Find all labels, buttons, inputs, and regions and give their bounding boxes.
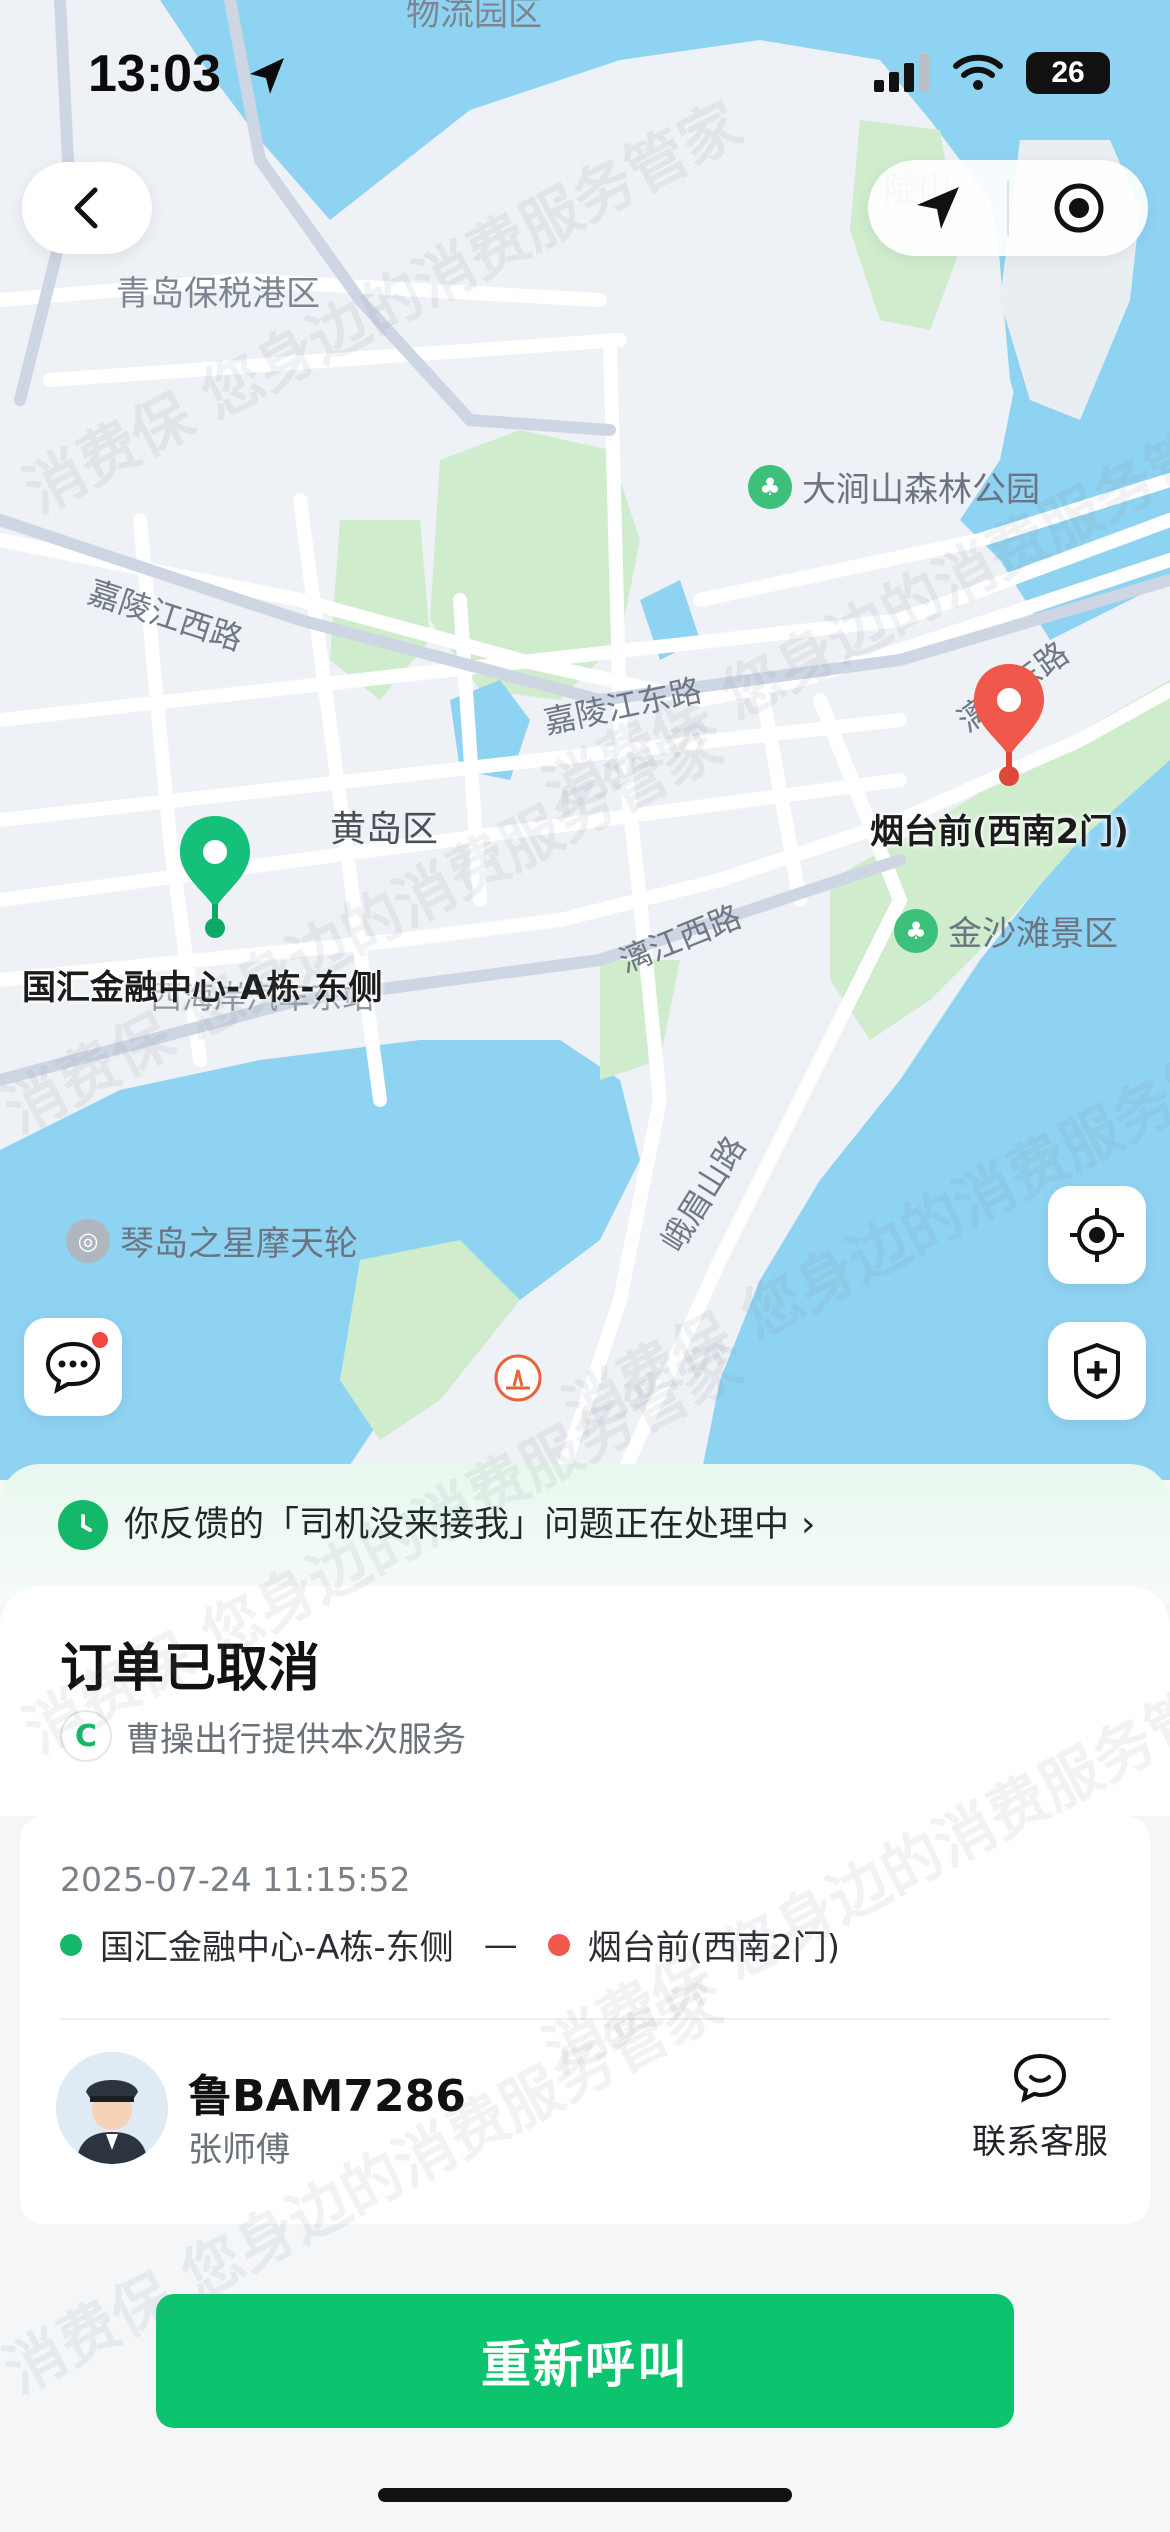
recall-button[interactable]: 重新呼叫 [156, 2294, 1014, 2428]
target-icon [1054, 183, 1103, 233]
location-arrow-icon [250, 58, 284, 94]
end-dot-icon [547, 1933, 570, 1956]
order-header: 订单已取消 C 曹操出行提供本次服务 [0, 1586, 1170, 1816]
route-from: 国汇金融中心-A栋-东侧 [100, 1928, 454, 1968]
poi-forest-park[interactable]: ♣ 大涧山森林公园 [748, 462, 1040, 511]
end-pin-label: 烟台前(西南2门) [870, 812, 1129, 852]
map-view[interactable]: 物流园区 青岛保税港区 陡山 嘉陵江西路 嘉陵江东路 漓江西路 漓江东路 峨眉山… [0, 0, 1170, 1480]
provider-text: 曹操出行提供本次服务 [126, 1719, 466, 1760]
start-dot-icon [60, 1933, 82, 1956]
crosshair-icon [1070, 1208, 1124, 1262]
construction-icon [494, 1354, 542, 1402]
start-pin-icon[interactable] [176, 812, 254, 940]
poi-forest-park-label: 大涧山森林公园 [802, 470, 1040, 510]
driver-name: 张师傅 [188, 2130, 290, 2170]
feedback-notice[interactable]: 你反馈的「司机没来接我」问题正在处理中 › [0, 1464, 1170, 1604]
signal-icon [874, 54, 929, 92]
route-to: 烟台前(西南2门) [587, 1928, 840, 1968]
navigation-button[interactable] [868, 160, 1007, 256]
chevron-left-icon [74, 187, 98, 229]
poi-beach-label: 金沙滩景区 [948, 914, 1118, 954]
status-bar: 13:03 26 [0, 0, 1170, 150]
chat-bubble-icon [45, 1341, 101, 1394]
navigation-arrow-icon [916, 187, 959, 229]
chevron-right-icon: › [801, 1504, 816, 1545]
tree-icon: ♣ [894, 908, 938, 953]
poi-beach[interactable]: ♣ 金沙滩景区 [894, 906, 1118, 955]
message-button[interactable] [24, 1318, 122, 1416]
order-time: 2025-07-24 11:15:52 [60, 1860, 411, 1899]
contact-support-label: 联系客服 [972, 2122, 1108, 2162]
service-provider: C 曹操出行提供本次服务 [60, 1710, 466, 1762]
clock-icon [58, 1500, 108, 1550]
route-summary: 国汇金融中心-A栋-东侧 — 烟台前(西南2门) [60, 1920, 840, 1969]
license-plate: 鲁BAM7286 [188, 2071, 466, 2122]
order-status-title: 订单已取消 [60, 1639, 321, 1699]
contact-support-button[interactable]: 联系客服 [960, 2052, 1120, 2163]
ferris-wheel-icon: ◎ [66, 1218, 110, 1263]
route-dash: — [483, 1924, 518, 1965]
back-button[interactable] [22, 162, 152, 254]
map-top-controls [868, 160, 1148, 256]
chat-bubble-icon [1013, 2053, 1067, 2103]
feedback-notice-text: 你反馈的「司机没来接我」问题正在处理中 [124, 1505, 790, 1545]
tree-icon: ♣ [748, 464, 792, 509]
map-label-district: 黄岛区 [330, 809, 439, 850]
poi-ferris-wheel-label: 琴岛之星摩天轮 [120, 1224, 358, 1264]
wifi-icon [953, 54, 1003, 90]
map-label-bonded-port: 青岛保税港区 [116, 274, 320, 314]
provider-logo: C [60, 1710, 112, 1762]
status-icons: 26 [874, 52, 1110, 94]
battery-indicator: 26 [1026, 52, 1110, 94]
recenter-button[interactable] [1048, 1186, 1146, 1284]
unread-badge [92, 1332, 108, 1348]
card-divider [60, 2018, 1110, 2020]
driver-avatar [56, 2052, 168, 2164]
home-indicator[interactable] [378, 2488, 792, 2502]
end-pin-icon[interactable] [970, 660, 1048, 788]
safety-shield-button[interactable] [1048, 1322, 1146, 1420]
shield-icon [1074, 1342, 1120, 1400]
status-time: 13:03 [88, 45, 221, 103]
start-pin-label: 国汇金融中心-A栋-东侧 [22, 968, 383, 1008]
order-card: 2025-07-24 11:15:52 国汇金融中心-A栋-东侧 — 烟台前(西… [20, 1816, 1150, 2224]
poi-ferris-wheel[interactable]: ◎ 琴岛之星摩天轮 [66, 1216, 358, 1265]
locate-me-button[interactable] [1009, 160, 1148, 256]
